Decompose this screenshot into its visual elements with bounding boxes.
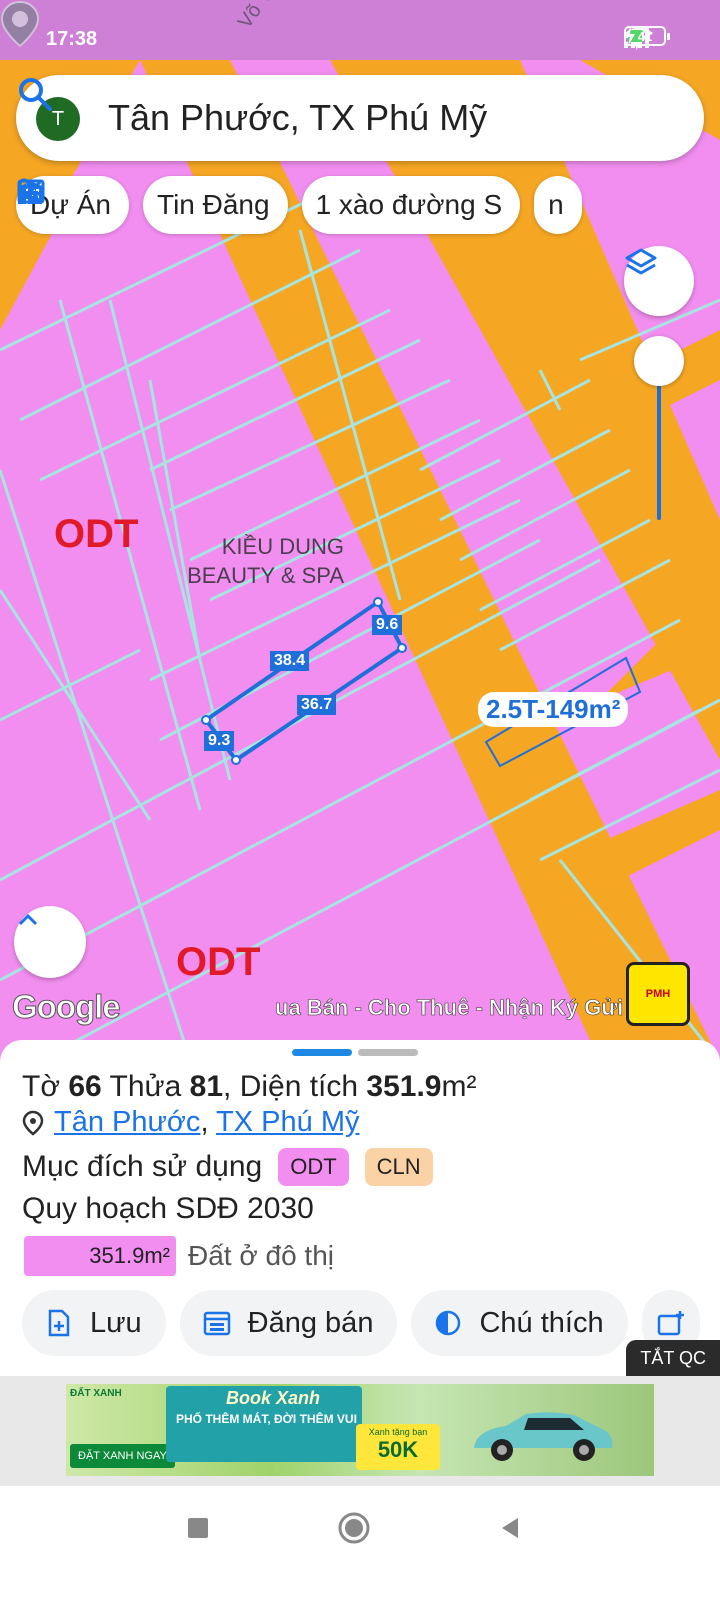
contrast-icon [436,1310,461,1336]
location-link-town[interactable]: TX Phú Mỹ [216,1106,359,1138]
location-pin-icon [22,1110,44,1136]
file-add-icon [48,1309,70,1337]
search-icon[interactable] [16,75,54,113]
parcel-location: Tân Phước, TX Phú Mỹ [22,1106,359,1139]
action-buttons: Lưu Đăng bán Chú thích [22,1290,700,1356]
status-icons: 41 [624,26,670,50]
sheet-handle[interactable] [292,1049,418,1056]
map-view[interactable]: Võ Văn Tần ODT ODT KIỀU DUNG BEAUTY & SP… [0,0,720,1062]
dimension-label: 36.7 [297,695,337,715]
badge-odt: ODT [278,1148,349,1186]
chip-search-term[interactable]: 1 xào đường S [18,176,521,234]
home-button[interactable] [334,1508,374,1548]
percent-icon [18,178,44,204]
listing-price-label[interactable]: 2.5T-149m² [478,692,629,727]
zone-label-odt: ODT [176,940,261,984]
expand-up-button[interactable] [14,906,86,978]
opacity-slider-track[interactable] [657,380,661,520]
charging-icon [625,26,635,46]
map-watermark: ua Bán - Cho Thuê - Nhận Ký Gửi [275,995,624,1021]
filter-chips: Dự Án Tin Đăng 1 xào đường S n [16,176,582,234]
google-logo: Google [12,988,122,1026]
chip-label: Tin Đăng [157,189,270,220]
car-image [474,1412,613,1461]
parcel-summary: Tờ 66 Thửa 81, Diện tích 351.9m² [22,1070,477,1103]
ad-cta-button[interactable]: ĐẶT XANH NGAY [70,1444,175,1468]
back-triangle-icon [502,1518,518,1538]
ad-area: ĐẤT XANH ĐẶT XANH NGAY Book Xanh PHỐ THÊ… [0,1376,720,1486]
chip-more[interactable]: n [18,176,582,234]
status-bar: 17:38 41 [0,0,720,60]
pmh-logo[interactable]: PMH [626,962,690,1026]
chip-label: 1 xào đường S [315,189,503,220]
ad-brand-logo: ĐẤT XANH [70,1388,122,1399]
calendar-icon [203,1311,230,1336]
zone-label-odt: ODT [54,512,139,556]
location-link-ward[interactable]: Tân Phước [54,1106,200,1138]
chevron-up-icon [18,913,38,926]
ad-banner[interactable]: ĐẤT XANH ĐẶT XANH NGAY Book Xanh PHỐ THÊ… [66,1384,654,1476]
back-button[interactable] [490,1508,530,1548]
dimension-label: 9.6 [372,615,403,635]
search-input[interactable]: Tân Phước, TX Phú Mỹ [108,97,487,139]
status-time: 17:38 [46,28,98,50]
chip-tin-dang[interactable]: Tin Đăng [17,176,288,234]
add-photo-icon [657,1311,684,1336]
layers-icon [625,248,657,275]
hide-ads-button[interactable]: TẮT QC [626,1340,720,1377]
ad-title: Book Xanh [226,1388,321,1408]
badge-cln: CLN [364,1148,433,1186]
chip-label: n [548,189,564,220]
land-use-label: Mục đích sử dụng [22,1150,263,1183]
recents-button[interactable] [178,1508,218,1548]
poi-label[interactable]: KIỀU DUNG BEAUTY & SPA [178,532,344,590]
system-nav-bar [0,1486,720,1600]
area-description: Đất ở đô thị [188,1240,334,1271]
area-value: 351.9m² [24,1236,176,1276]
legend-button[interactable]: Chú thích [411,1290,628,1356]
layers-button[interactable] [624,246,694,316]
search-bar[interactable]: T Tân Phước, TX Phú Mỹ [16,75,704,161]
dimension-label: 9.3 [204,731,235,751]
square-icon [188,1518,208,1538]
parcel-info-sheet[interactable]: Tờ 66 Thửa 81, Diện tích 351.9m² Tân Phư… [0,1040,720,1376]
poi-line2: BEAUTY & SPA [187,563,344,588]
ad-promo: Xanh tặng bạn 50K [356,1424,440,1470]
planning-area-row: 351.9m² Đất ở đô thị [24,1236,334,1276]
opacity-slider-handle[interactable] [634,336,684,386]
save-button[interactable]: Lưu [22,1290,166,1356]
post-sale-button[interactable]: Đăng bán [179,1290,398,1356]
planning-label: Quy hoạch SDĐ 2030 [22,1192,314,1225]
dimension-label: 38.4 [270,651,310,671]
ad-panel: Book Xanh PHỐ THÊM MÁT, ĐỜI THÊM VUI [166,1386,362,1462]
home-circle-icon [338,1512,370,1544]
ad-subtitle: PHỐ THÊM MÁT, ĐỜI THÊM VUI [176,1412,357,1426]
land-use-row: Mục đích sử dụng ODT CLN [22,1148,433,1186]
poi-line1: KIỀU DUNG [221,534,344,559]
